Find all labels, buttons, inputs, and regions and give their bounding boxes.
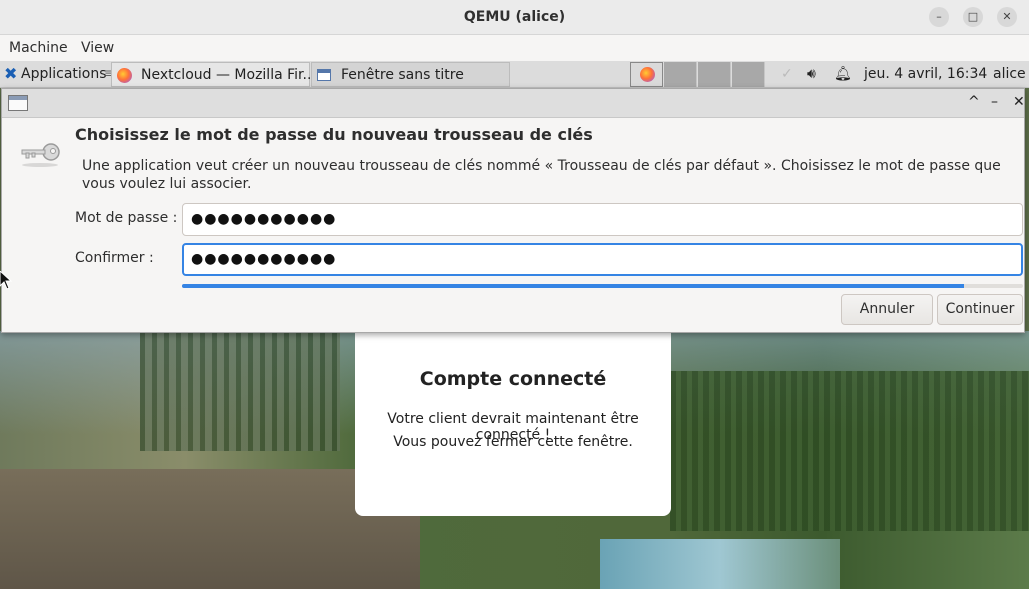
- taskbar: ✖ Applications ≡ Nextcloud — Mozilla Fir…: [0, 61, 1029, 88]
- volume-icon[interactable]: 🔊︎: [807, 66, 816, 82]
- mouse-cursor-icon: [0, 271, 12, 290]
- wallpaper-trees-right: [670, 371, 1029, 531]
- xfce-applications-icon[interactable]: ✖: [4, 66, 18, 82]
- dialog-description: Une application veut créer un nouveau tr…: [82, 158, 1001, 192]
- menu-machine[interactable]: Machine: [9, 40, 68, 56]
- task-nextcloud-firefox[interactable]: Nextcloud — Mozilla Fir...: [111, 62, 316, 87]
- dialog-titlebar: ^ – ✕: [2, 89, 1025, 118]
- close-icon[interactable]: ✕: [1013, 94, 1025, 110]
- minimize-icon[interactable]: –: [991, 94, 998, 110]
- card-title: Compte connecté: [419, 368, 607, 390]
- password-strength-fill: [182, 284, 965, 288]
- key-icon: [21, 143, 60, 167]
- cancel-button[interactable]: Annuler: [841, 294, 933, 325]
- qemu-menubar: Machine View: [0, 36, 1029, 61]
- firefox-icon: [640, 67, 655, 82]
- dialog-heading: Choisissez le mot de passe du nouveau tr…: [75, 125, 593, 144]
- maximize-button[interactable]: □: [963, 7, 983, 27]
- notification-bell-icon[interactable]: 🔔︎: [834, 66, 852, 82]
- password-label: Mot de passe :: [75, 210, 178, 226]
- workspace-2[interactable]: [664, 62, 697, 87]
- password-strength-bar: [182, 284, 1023, 288]
- nextcloud-connected-card: Compte connecté Votre client devrait mai…: [355, 327, 671, 516]
- workspace-1[interactable]: [630, 62, 663, 87]
- workspace-3[interactable]: [698, 62, 731, 87]
- confirm-password-field[interactable]: ●●●●●●●●●●●: [182, 243, 1023, 276]
- task-label: Nextcloud — Mozilla Fir...: [141, 67, 316, 83]
- card-text-line-2: Vous pouvez fermer cette fenêtre.: [393, 434, 633, 450]
- wallpaper-trees-left: [140, 331, 340, 451]
- continue-button[interactable]: Continuer: [937, 294, 1023, 325]
- guest-screen: ✖ Applications ≡ Nextcloud — Mozilla Fir…: [0, 61, 1029, 589]
- user-menu[interactable]: alice: [993, 66, 1026, 82]
- qemu-titlebar: QEMU (alice) – □ ✕: [0, 0, 1029, 35]
- window-icon: [317, 69, 331, 81]
- confirm-label: Confirmer :: [75, 250, 154, 266]
- close-button[interactable]: ✕: [997, 7, 1017, 27]
- task-untitled-window[interactable]: Fenêtre sans titre: [311, 62, 510, 87]
- applications-menu[interactable]: Applications: [21, 66, 107, 82]
- dialog-app-icon: [8, 95, 28, 111]
- chevron-up-icon[interactable]: ^: [968, 94, 980, 110]
- workspace-4[interactable]: [732, 62, 765, 87]
- password-field[interactable]: ●●●●●●●●●●●: [182, 203, 1023, 236]
- keyring-password-dialog: ^ – ✕ Choisissez le mot de passe du nouv…: [1, 88, 1025, 333]
- qemu-window-title: QEMU (alice): [463, 9, 566, 25]
- minimize-button[interactable]: –: [929, 7, 949, 27]
- clock[interactable]: jeu. 4 avril, 16:34: [864, 66, 987, 82]
- checkmark-circle-icon[interactable]: ✓: [781, 66, 793, 82]
- task-label: Fenêtre sans titre: [341, 67, 464, 83]
- firefox-icon: [117, 68, 132, 83]
- menu-view[interactable]: View: [81, 40, 114, 56]
